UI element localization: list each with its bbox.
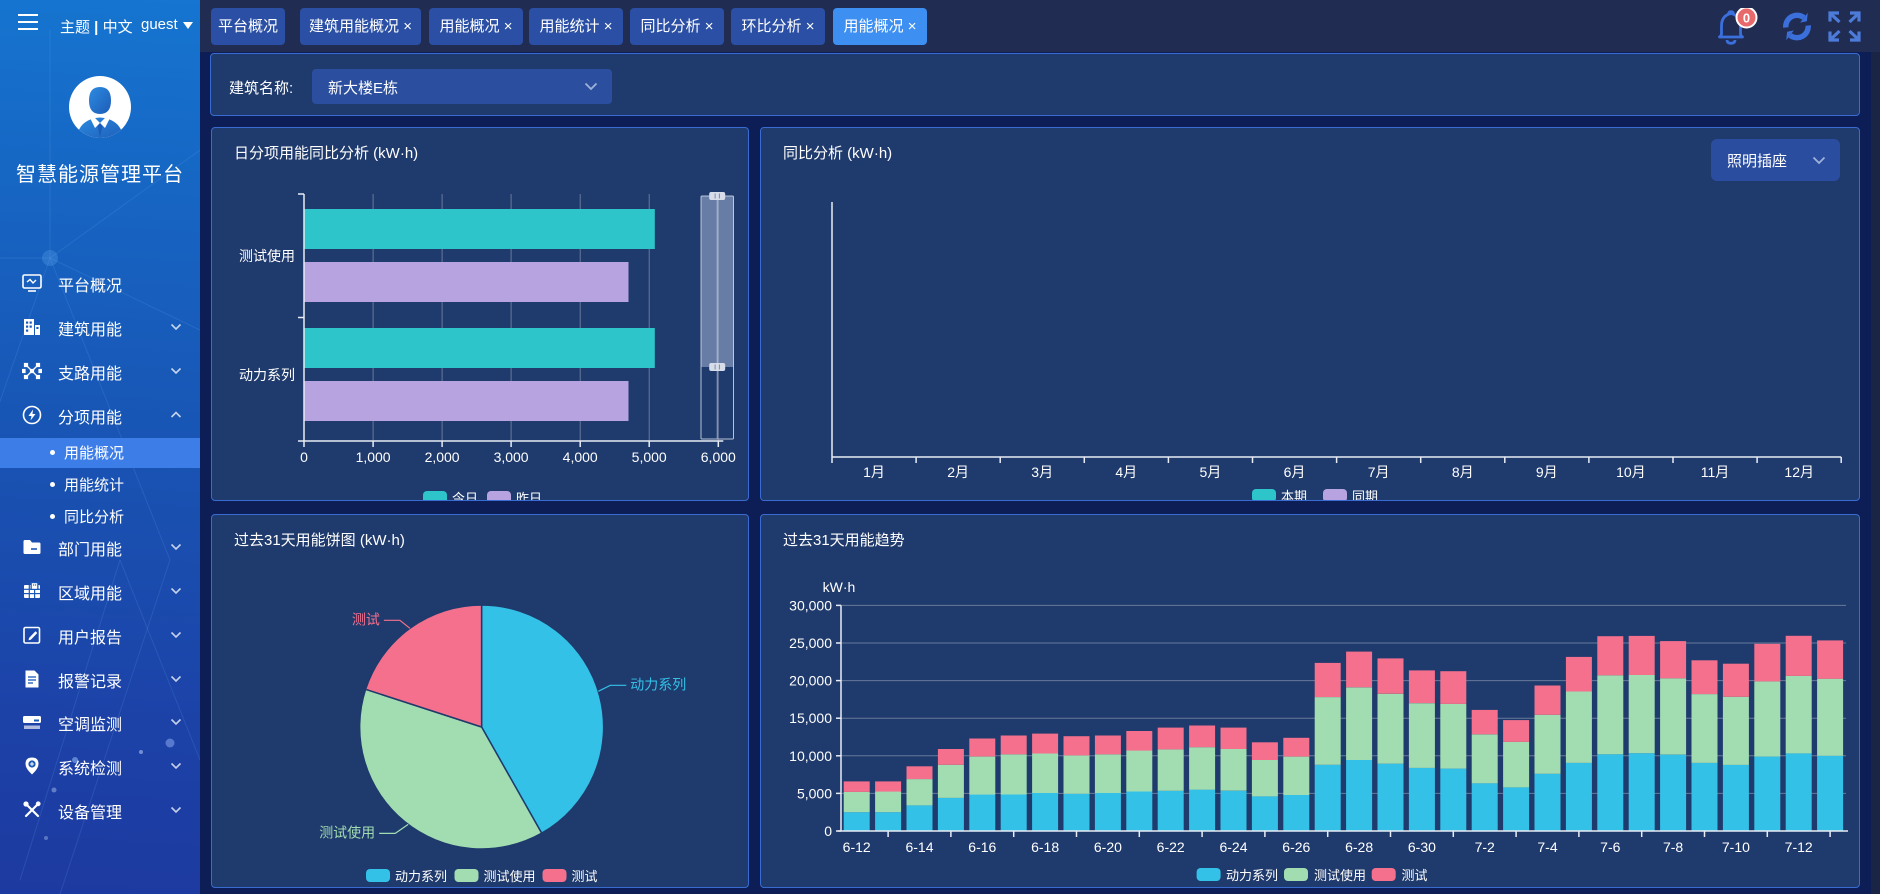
- svg-text:1月: 1月: [863, 464, 885, 480]
- svg-text:30,000: 30,000: [789, 597, 832, 613]
- svg-text:1,000: 1,000: [356, 449, 391, 465]
- svg-text:0: 0: [300, 449, 308, 465]
- svg-text:测试使用: 测试使用: [239, 248, 295, 264]
- svg-text:0: 0: [824, 823, 832, 839]
- svg-text:6,000: 6,000: [701, 449, 736, 465]
- svg-text:15,000: 15,000: [789, 710, 832, 726]
- svg-text:本期: 本期: [1281, 489, 1307, 501]
- svg-text:kW·h: kW·h: [823, 579, 856, 595]
- svg-text:10月: 10月: [1616, 464, 1646, 480]
- svg-text:测试: 测试: [352, 611, 380, 627]
- svg-text:今日: 今日: [452, 491, 478, 501]
- svg-text:2月: 2月: [947, 464, 969, 480]
- svg-text:测试使用: 测试使用: [319, 824, 375, 840]
- svg-text:9月: 9月: [1536, 464, 1558, 480]
- svg-text:测试使用: 测试使用: [484, 869, 536, 884]
- svg-text:6月: 6月: [1284, 464, 1306, 480]
- svg-text:11月: 11月: [1701, 464, 1730, 480]
- svg-text:6-14: 6-14: [905, 839, 933, 855]
- svg-text:6-28: 6-28: [1345, 839, 1373, 855]
- svg-text:测试使用: 测试使用: [1314, 868, 1366, 883]
- svg-text:12月: 12月: [1784, 464, 1814, 480]
- svg-text:7-8: 7-8: [1663, 839, 1683, 855]
- svg-text:6-12: 6-12: [843, 839, 871, 855]
- svg-text:动力系列: 动力系列: [239, 367, 295, 383]
- svg-text:同期: 同期: [1352, 489, 1378, 501]
- svg-text:10,000: 10,000: [789, 748, 832, 764]
- svg-text:0: 0: [1743, 11, 1750, 26]
- svg-text:5月: 5月: [1200, 464, 1222, 480]
- svg-text:7-6: 7-6: [1600, 839, 1620, 855]
- svg-text:5,000: 5,000: [797, 785, 832, 801]
- svg-text:7-12: 7-12: [1785, 839, 1813, 855]
- svg-text:7-4: 7-4: [1537, 839, 1557, 855]
- svg-text:5,000: 5,000: [632, 449, 667, 465]
- svg-text:6-18: 6-18: [1031, 839, 1059, 855]
- svg-text:6-30: 6-30: [1408, 839, 1436, 855]
- svg-text:6-26: 6-26: [1282, 839, 1310, 855]
- svg-text:动力系列: 动力系列: [395, 869, 447, 884]
- svg-text:动力系列: 动力系列: [630, 676, 686, 692]
- svg-text:6-16: 6-16: [968, 839, 996, 855]
- svg-text:20,000: 20,000: [789, 673, 832, 689]
- svg-text:8月: 8月: [1452, 464, 1474, 480]
- svg-text:25,000: 25,000: [789, 635, 832, 651]
- svg-text:6-24: 6-24: [1219, 839, 1247, 855]
- svg-text:测试: 测试: [1402, 868, 1428, 883]
- svg-text:6-22: 6-22: [1157, 839, 1185, 855]
- svg-text:7-10: 7-10: [1722, 839, 1750, 855]
- svg-text:4,000: 4,000: [563, 449, 598, 465]
- svg-text:昨日: 昨日: [516, 491, 542, 501]
- svg-text:3月: 3月: [1031, 464, 1053, 480]
- svg-text:7月: 7月: [1368, 464, 1390, 480]
- svg-text:3,000: 3,000: [494, 449, 529, 465]
- svg-text:2,000: 2,000: [425, 449, 460, 465]
- svg-text:4月: 4月: [1115, 464, 1137, 480]
- svg-text:动力系列: 动力系列: [1226, 868, 1278, 883]
- svg-text:7-2: 7-2: [1475, 839, 1495, 855]
- svg-text:测试: 测试: [572, 869, 598, 884]
- svg-text:6-20: 6-20: [1094, 839, 1122, 855]
